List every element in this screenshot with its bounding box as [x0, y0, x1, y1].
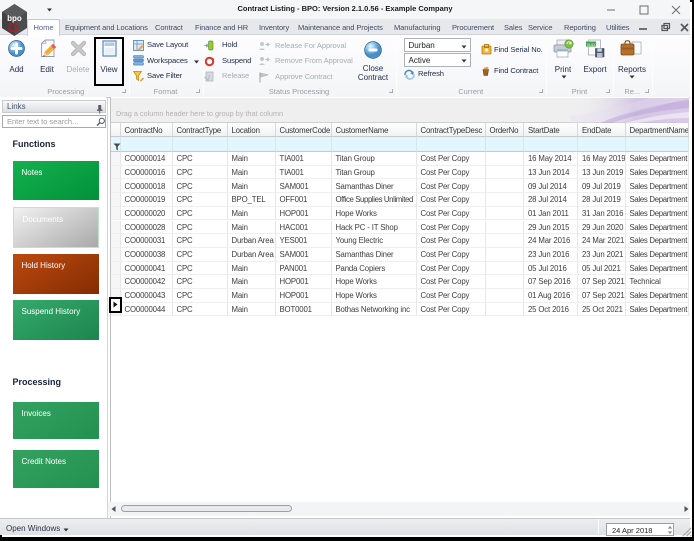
- svg-text:bpo: bpo: [7, 14, 22, 23]
- svg-text:XLSX: XLSX: [587, 43, 596, 47]
